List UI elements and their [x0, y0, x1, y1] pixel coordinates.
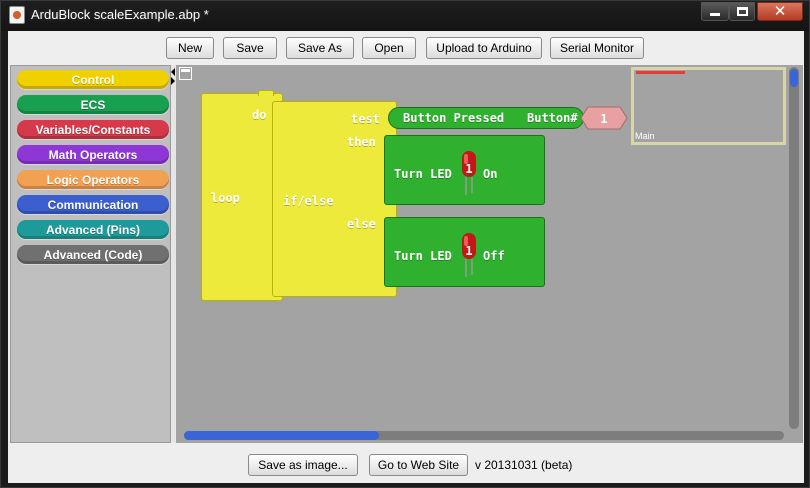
- save-as-button[interactable]: Save As: [286, 37, 354, 59]
- loop-do-label: do: [252, 108, 267, 122]
- collapse-left-icon[interactable]: [171, 68, 175, 76]
- block-palette: Control ECS Variables/Constants Math Ope…: [10, 65, 171, 443]
- button-pressed-label: Button Pressed: [403, 111, 505, 125]
- button-pin-input[interactable]: 1: [580, 106, 628, 130]
- maximize-icon: [736, 7, 748, 16]
- led-on-icon: 1: [462, 151, 476, 195]
- button-pressed-block[interactable]: Button Pressed Button#: [388, 107, 584, 129]
- led-on-prefix: Turn LED: [394, 167, 452, 181]
- loop-label: loop: [211, 191, 240, 205]
- page-icon[interactable]: [179, 67, 192, 80]
- minimap-viewport[interactable]: [636, 71, 685, 74]
- category-communication[interactable]: Communication: [17, 195, 169, 214]
- ifelse-then-label: then: [347, 135, 376, 149]
- category-control[interactable]: Control: [17, 70, 169, 89]
- horizontal-scroll-thumb[interactable]: [184, 431, 379, 440]
- loop-block[interactable]: loop do: [201, 93, 283, 301]
- go-to-website-button[interactable]: Go to Web Site: [369, 454, 468, 476]
- category-variables-constants[interactable]: Variables/Constants: [17, 120, 169, 139]
- save-button[interactable]: Save: [223, 37, 277, 59]
- bottom-bar: Save as image... Go to Web Site: [8, 445, 804, 483]
- new-button[interactable]: New: [166, 37, 214, 59]
- led-off-icon: 1: [462, 233, 476, 277]
- led-on-number: 1: [465, 162, 472, 176]
- open-button[interactable]: Open: [362, 37, 416, 59]
- ifelse-else-label: else: [347, 217, 376, 231]
- maximize-button[interactable]: [729, 2, 755, 21]
- button-pin-value: 1: [600, 112, 607, 126]
- vertical-scroll-thumb[interactable]: [790, 69, 798, 87]
- serial-monitor-button[interactable]: Serial Monitor: [550, 37, 644, 59]
- category-advanced-code[interactable]: Advanced (Code): [17, 245, 169, 264]
- category-advanced-pins[interactable]: Advanced (Pins): [17, 220, 169, 239]
- minimize-button[interactable]: [701, 2, 729, 21]
- minimap[interactable]: Main: [631, 67, 786, 145]
- category-math-operators[interactable]: Math Operators: [17, 145, 169, 164]
- ifelse-test-label: test: [351, 112, 380, 126]
- category-ecs[interactable]: ECS: [17, 95, 169, 114]
- expand-right-icon[interactable]: [171, 77, 175, 85]
- led-off-prefix: Turn LED: [394, 249, 452, 263]
- title-bar[interactable]: ArduBlock scaleExample.abp * ✕: [1, 1, 809, 31]
- app-window: ArduBlock scaleExample.abp * ✕ New Save …: [0, 0, 810, 488]
- window-title: ArduBlock scaleExample.abp *: [31, 7, 209, 22]
- horizontal-scrollbar[interactable]: [184, 431, 784, 440]
- led-off-number: 1: [465, 244, 472, 258]
- version-label: v 20131031 (beta): [475, 458, 573, 472]
- vertical-scrollbar[interactable]: [789, 67, 799, 429]
- workspace-canvas[interactable]: loop do if/else test then else Button Pr…: [176, 65, 803, 443]
- led-on-suffix: On: [483, 167, 498, 181]
- led-off-suffix: Off: [483, 249, 505, 263]
- close-icon: ✕: [773, 3, 787, 20]
- upload-button[interactable]: Upload to Arduino: [426, 37, 542, 59]
- minimize-icon: [710, 13, 720, 16]
- ifelse-block[interactable]: if/else test then else: [272, 101, 397, 297]
- loop-notch: [258, 90, 274, 96]
- save-as-image-button[interactable]: Save as image...: [248, 454, 358, 476]
- ifelse-label: if/else: [283, 194, 334, 208]
- close-button[interactable]: ✕: [757, 2, 803, 21]
- button-pin-label: Button#: [527, 111, 578, 125]
- minimap-label: Main: [635, 131, 655, 141]
- toolbar: New Save Save As Open Upload to Arduino …: [8, 31, 804, 65]
- java-app-icon: [9, 6, 25, 24]
- category-logic-operators[interactable]: Logic Operators: [17, 170, 169, 189]
- client-area: New Save Save As Open Upload to Arduino …: [8, 31, 804, 483]
- main-area: Control ECS Variables/Constants Math Ope…: [8, 65, 804, 445]
